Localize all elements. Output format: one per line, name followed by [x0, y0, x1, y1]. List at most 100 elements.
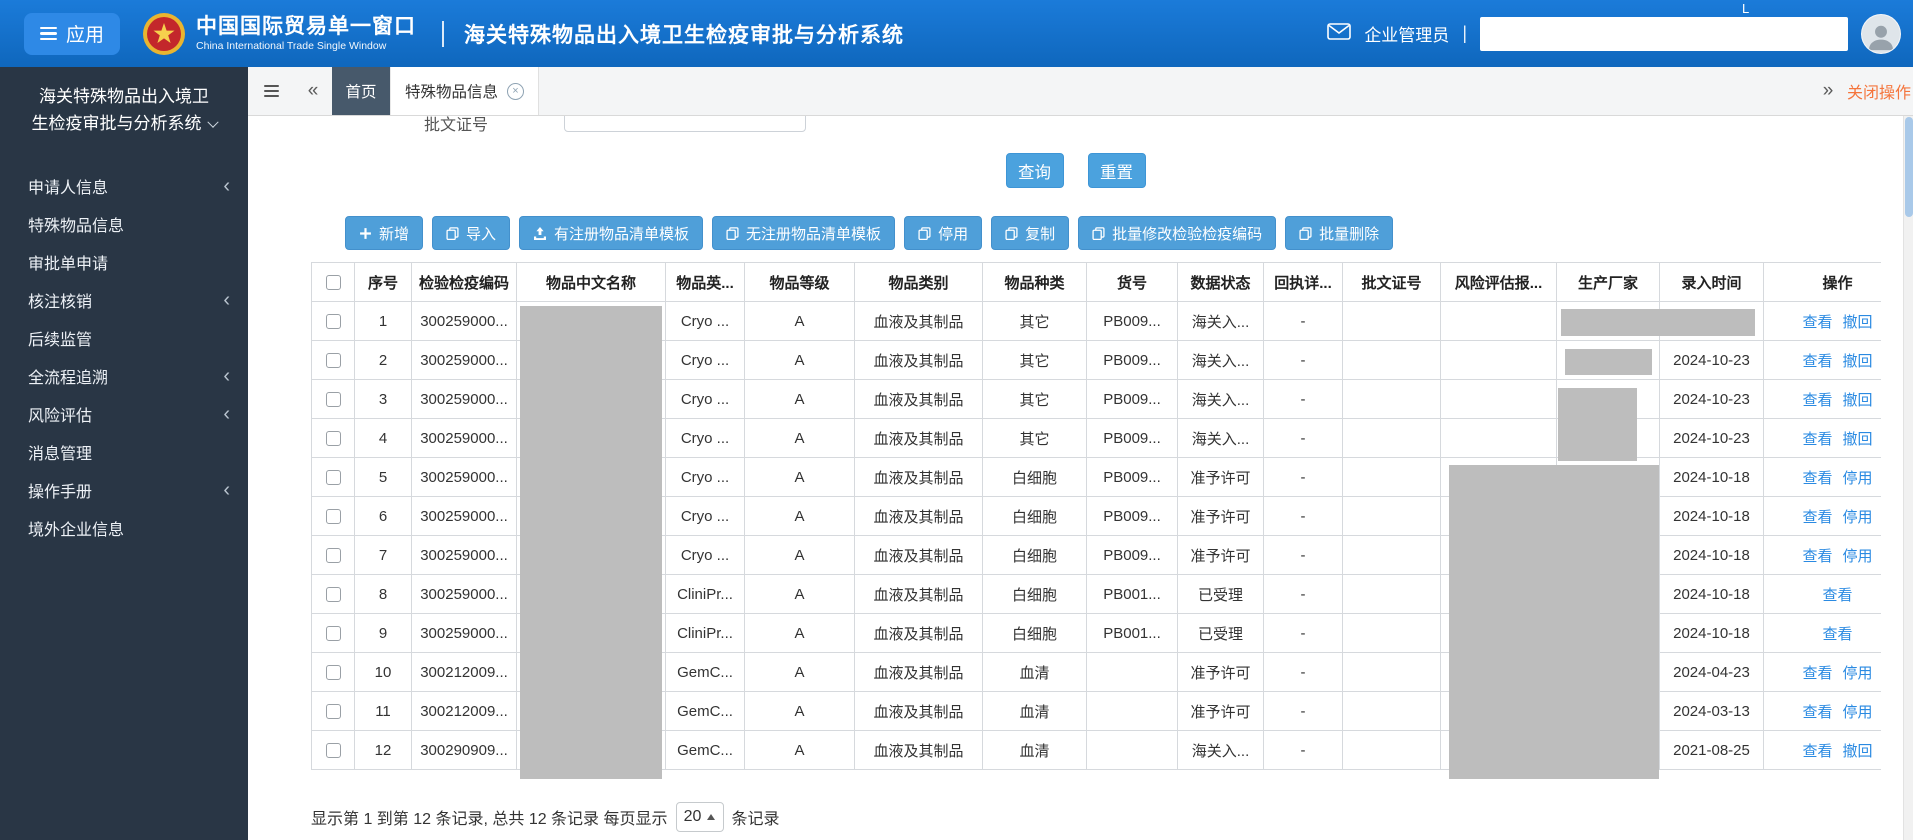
scroll-tabs-left-icon[interactable]: «: [294, 67, 332, 115]
cell-status: 准予许可: [1177, 691, 1264, 731]
form-field-input[interactable]: [564, 116, 806, 132]
row-checkbox[interactable]: [325, 743, 341, 759]
sidebar-item-message-management[interactable]: 消息管理: [0, 433, 248, 471]
withdraw-link[interactable]: 撤回: [1843, 314, 1873, 331]
close-tab-icon[interactable]: ×: [507, 82, 525, 100]
row-checkbox[interactable]: [325, 587, 341, 603]
cell-grade: A: [744, 730, 855, 770]
registered-list-template-button[interactable]: 有注册物品清单模板: [519, 216, 704, 250]
row-checkbox[interactable]: [325, 353, 341, 369]
view-link[interactable]: 查看: [1802, 314, 1832, 331]
sidebar-item-full-process-trace[interactable]: 全流程追溯 ‹: [0, 357, 248, 395]
doc-icon: [1092, 226, 1105, 240]
sidebar-item-applicant-info[interactable]: 申请人信息 ‹: [0, 167, 248, 205]
view-link[interactable]: 查看: [1802, 665, 1832, 682]
tab-label: 特殊物品信息: [405, 84, 499, 101]
copy-button[interactable]: 复制: [991, 216, 1070, 250]
sidebar-item-special-items-info[interactable]: 特殊物品信息: [0, 205, 248, 243]
apps-button[interactable]: 应用: [24, 12, 121, 55]
view-link[interactable]: 查看: [1802, 353, 1832, 370]
tab-special-items-info[interactable]: 特殊物品信息 ×: [390, 67, 540, 115]
withdraw-link[interactable]: 撤回: [1843, 353, 1873, 370]
row-checkbox[interactable]: [325, 431, 341, 447]
cell-entry_time: 2021-08-25: [1659, 730, 1764, 770]
view-link[interactable]: 查看: [1802, 470, 1832, 487]
view-link[interactable]: 查看: [1802, 392, 1832, 409]
reset-button[interactable]: 重置: [1087, 153, 1146, 188]
avatar[interactable]: [1861, 13, 1901, 54]
view-link[interactable]: 查看: [1802, 548, 1832, 565]
header-divider: [442, 20, 445, 47]
vertical-scrollbar[interactable]: [1903, 67, 1913, 840]
view-link[interactable]: 查看: [1802, 704, 1832, 721]
sidebar-item-verification[interactable]: 核注核销 ‹: [0, 281, 248, 319]
page-size-select[interactable]: 20: [675, 802, 724, 832]
sidebar-item-operation-manual[interactable]: 操作手册 ‹: [0, 471, 248, 509]
cell-seq: 5: [354, 457, 412, 497]
row-checkbox[interactable]: [325, 509, 341, 525]
tab-strip: « 首页 特殊物品信息 × » 关闭操作: [248, 67, 1913, 116]
cell-grade: A: [744, 535, 855, 575]
cell-receipt: -: [1263, 418, 1343, 458]
row-checkbox[interactable]: [325, 314, 341, 330]
sidebar-item-followup-supervision[interactable]: 后续监管: [0, 319, 248, 357]
tab-menu-icon[interactable]: [248, 67, 294, 115]
add-button[interactable]: 新增: [345, 216, 424, 250]
batch-edit-code-button[interactable]: 批量修改检验检疫编码: [1078, 216, 1277, 250]
withdraw-link[interactable]: 撤回: [1843, 743, 1873, 760]
import-button[interactable]: 导入: [432, 216, 511, 250]
cell-ops: 查看: [1763, 613, 1881, 653]
view-link[interactable]: 查看: [1802, 743, 1832, 760]
cell-name_en: GemC...: [665, 652, 745, 692]
row-checkbox[interactable]: [325, 626, 341, 642]
cell-status: 海关入...: [1177, 730, 1264, 770]
withdraw-link[interactable]: 撤回: [1843, 392, 1873, 409]
column-header: 物品种类: [982, 262, 1087, 302]
sidebar-item-overseas-enterprise[interactable]: 境外企业信息: [0, 509, 248, 547]
form-field-label: 批文证号: [424, 117, 489, 134]
batch-delete-button[interactable]: 批量删除: [1285, 216, 1394, 250]
chevron-left-icon: ‹: [223, 403, 230, 426]
disable-link[interactable]: 停用: [1843, 704, 1873, 721]
user-role: 企业管理员: [1364, 26, 1450, 45]
select-all-checkbox[interactable]: [325, 275, 341, 291]
disable-link[interactable]: 停用: [1843, 665, 1873, 682]
cell-checkbox: [311, 301, 355, 341]
cell-receipt: -: [1263, 691, 1343, 731]
unregistered-list-template-button[interactable]: 无注册物品清单模板: [712, 216, 896, 250]
cell-item_no: PB001...: [1086, 613, 1178, 653]
row-checkbox[interactable]: [325, 665, 341, 681]
redacted-company-name: [1480, 16, 1848, 51]
scrollbar-thumb[interactable]: [1905, 117, 1913, 217]
sidebar-item-label: 操作手册: [28, 484, 93, 502]
row-checkbox[interactable]: [325, 548, 341, 564]
disable-link[interactable]: 停用: [1843, 509, 1873, 526]
close-operations-button[interactable]: 关闭操作: [1847, 67, 1913, 115]
scroll-tabs-right-icon[interactable]: »: [1809, 67, 1847, 115]
tab-home[interactable]: 首页: [332, 67, 390, 115]
sidebar-item-approval-application[interactable]: 审批单申请: [0, 243, 248, 281]
view-link[interactable]: 查看: [1822, 626, 1852, 643]
cell-receipt: -: [1263, 730, 1343, 770]
cell-category: 血液及其制品: [854, 418, 983, 458]
disable-link[interactable]: 停用: [1843, 548, 1873, 565]
row-checkbox[interactable]: [325, 470, 341, 486]
cell-grade: A: [744, 691, 855, 731]
cell-code: 300259000...: [411, 301, 517, 341]
sidebar-system-title[interactable]: 海关特殊物品出入境卫 生检疫审批与分析系统: [0, 67, 248, 145]
withdraw-link[interactable]: 撤回: [1843, 431, 1873, 448]
mail-icon[interactable]: [1327, 22, 1352, 45]
query-button[interactable]: 查询: [1005, 153, 1064, 188]
view-link[interactable]: 查看: [1802, 509, 1832, 526]
row-checkbox[interactable]: [325, 704, 341, 720]
sidebar-item-label: 全流程追溯: [28, 370, 109, 388]
disable-button[interactable]: 停用: [904, 216, 983, 250]
cell-name_en: GemC...: [665, 730, 745, 770]
row-checkbox[interactable]: [325, 392, 341, 408]
view-link[interactable]: 查看: [1822, 587, 1852, 604]
cell-grade: A: [744, 652, 855, 692]
sidebar-item-risk-assessment[interactable]: 风险评估 ‹: [0, 395, 248, 433]
view-link[interactable]: 查看: [1802, 431, 1832, 448]
sidebar-item-label: 审批单申请: [28, 256, 109, 274]
disable-link[interactable]: 停用: [1843, 470, 1873, 487]
